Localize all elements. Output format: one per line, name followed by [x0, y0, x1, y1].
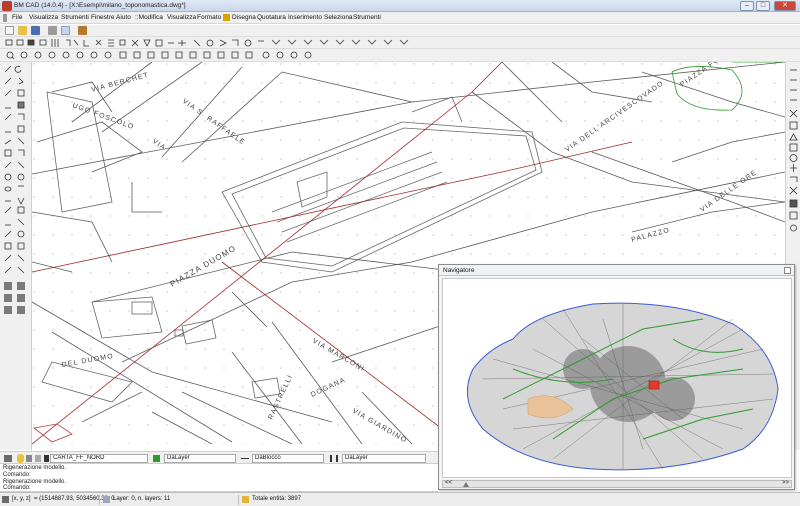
layer-manager-icon[interactable] [4, 455, 12, 462]
linetype-icon [241, 458, 249, 459]
lineweight-icon [330, 455, 338, 462]
standard-toolbar [0, 25, 800, 37]
lineweight-select[interactable]: DaLayer [342, 454, 426, 463]
menu-grip-icon [3, 14, 7, 22]
new-file-icon[interactable] [5, 26, 14, 35]
navigator-scrollbar[interactable]: << >> [442, 480, 792, 488]
view-toolbar-icons[interactable] [4, 49, 334, 61]
menu-disegna[interactable]: Disegna [232, 14, 256, 21]
layer-select[interactable]: CARTA_FF_NORD [50, 454, 148, 463]
app-icon [2, 1, 12, 11]
view-toolbar [0, 49, 800, 62]
disegna-icon [223, 14, 230, 21]
navigator-title: Navigatore [443, 267, 475, 274]
layer-info: Layer: 0, n. layers: 11 [113, 496, 171, 502]
status-bar: [x, y, z] = (1514887.93, 5034560.38, 0 L… [0, 492, 800, 506]
color-select[interactable]: DaLayer [164, 454, 236, 463]
status-separator-2 [238, 495, 239, 505]
window-title: BM CAD (14.0.4) - [X:\Esempi\milano_topo… [14, 2, 186, 9]
menu-strumenti[interactable]: Strumenti [61, 14, 89, 21]
coord-label: [x, y, z] [12, 496, 31, 502]
status-separator-1 [99, 495, 100, 505]
menu-file[interactable]: File [12, 14, 22, 21]
draw-toolbar [0, 62, 32, 450]
navigator-header: Navigatore [439, 265, 794, 276]
minimize-button[interactable]: – [740, 1, 754, 11]
modify-toolbar-icons[interactable] [4, 37, 424, 49]
menu-inserimento[interactable]: Inserimento [288, 14, 322, 21]
menu-quotatura[interactable]: Quotatura [257, 14, 286, 21]
status-grid-icon[interactable] [2, 496, 9, 503]
navigator-map[interactable] [442, 278, 792, 478]
preview-icon[interactable] [61, 26, 70, 35]
title-bar: BM CAD (14.0.4) - [X:\Esempi\milano_topo… [0, 0, 800, 12]
menu-aiuto[interactable]: Aiuto [116, 14, 131, 21]
scroll-right-button[interactable]: >> [782, 480, 789, 486]
menu-modifica[interactable]: ::Modifica [135, 14, 163, 21]
scroll-left-button[interactable]: << [445, 480, 452, 486]
navigator-viewport-rect[interactable] [648, 380, 660, 390]
save-icon[interactable] [31, 26, 40, 35]
layer-status-icon [103, 496, 110, 503]
draw-tools-icons[interactable] [0, 62, 32, 450]
scroll-thumb-icon [463, 482, 469, 487]
command-line-2: Comando: [3, 472, 31, 478]
navigator-close-icon[interactable] [784, 267, 791, 274]
menu-seleziona[interactable]: Seleziona [324, 14, 353, 21]
command-window[interactable]: Rigenerazione modello. Comando: Rigenera… [0, 464, 438, 492]
menu-visualizza-2[interactable]: Visualizza [167, 14, 196, 21]
menu-strumenti-2[interactable]: Strumenti [353, 14, 381, 21]
entities-icon [242, 496, 249, 503]
layer-color-swatch-icon[interactable] [44, 455, 49, 462]
close-button[interactable]: ✕ [774, 1, 796, 11]
sun-icon[interactable] [35, 455, 41, 462]
lock-icon[interactable] [26, 455, 32, 462]
modify-toolbar [0, 37, 800, 49]
menu-bar: File Visualizza Strumenti Finestre Aiuto… [0, 12, 800, 24]
menu-visualizza[interactable]: Visualizza [29, 14, 58, 21]
maximize-button[interactable]: □ [756, 1, 770, 11]
print-icon[interactable] [48, 26, 57, 35]
navigator-panel: Navigatore << >> [438, 264, 795, 490]
menu-finestre[interactable]: Finestre [91, 14, 114, 21]
entity-count: Totale entità: 3897 [252, 496, 302, 502]
command-line-1: Rigenerazione modello. [3, 465, 67, 471]
layer-properties-bar: CARTA_FF_NORD DaLayer DaBlocco DaLayer [0, 451, 438, 464]
bulb-icon[interactable] [17, 454, 24, 463]
render-icon[interactable] [78, 26, 87, 35]
linetype-select[interactable]: DaBlocco [252, 454, 324, 463]
menu-formato[interactable]: Formato [197, 14, 221, 21]
command-prompt[interactable]: Comando: [3, 485, 31, 491]
open-folder-icon[interactable] [18, 26, 27, 35]
color-icon [153, 455, 160, 462]
